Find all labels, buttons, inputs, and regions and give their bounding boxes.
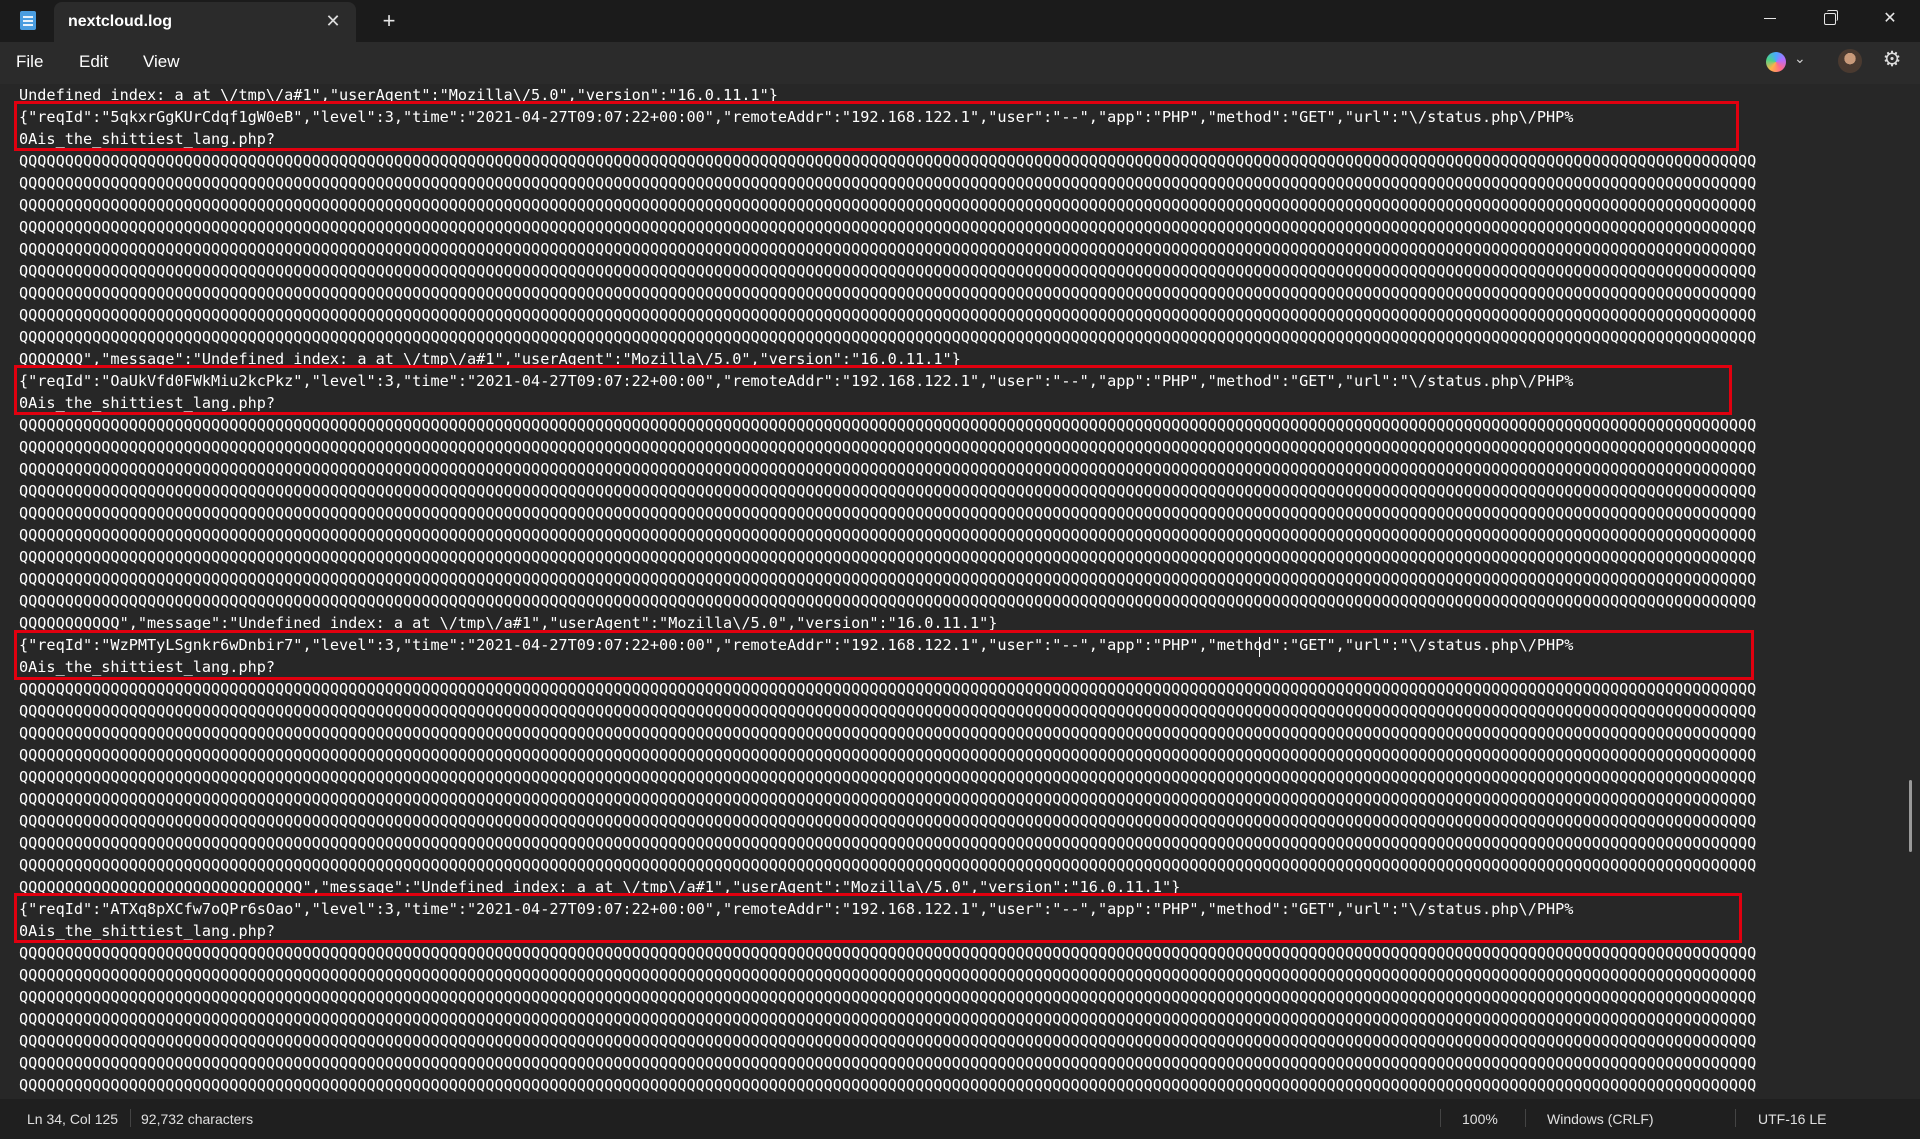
menu-edit[interactable]: Edit bbox=[79, 52, 108, 72]
editor-line[interactable]: QQQQQQQQQQQQQQQQQQQQQQQQQQQQQQQQQQQQQQQQ… bbox=[19, 172, 1899, 194]
editor-line[interactable]: QQQQQQQQQQQQQQQQQQQQQQQQQQQQQQQQQQQQQQQQ… bbox=[19, 546, 1899, 568]
cursor-position[interactable]: Ln 34, Col 125 bbox=[27, 1111, 118, 1127]
status-divider bbox=[1440, 1109, 1441, 1127]
editor-line[interactable]: QQQQQQQQQQQQQQQQQQQQQQQQQQQQQQQQQQQQQQQQ… bbox=[19, 700, 1899, 722]
editor-line[interactable]: QQQQQQQQQQQQQQQQQQQQQQQQQQQQQQQQQQQQQQQQ… bbox=[19, 458, 1899, 480]
tab-nextcloud-log[interactable]: nextcloud.log ✕ bbox=[54, 2, 356, 42]
status-divider bbox=[1525, 1109, 1526, 1127]
status-bar: Ln 34, Col 125 92,732 characters 100% Wi… bbox=[0, 1099, 1920, 1139]
editor-line[interactable]: QQQQQQQQQQQQQQQQQQQQQQQQQQQQQQQQQQQQQQQQ… bbox=[19, 788, 1899, 810]
menu-bar: File Edit View bbox=[0, 42, 1920, 84]
close-window-button[interactable]: ✕ bbox=[1860, 0, 1920, 40]
title-bar: nextcloud.log ✕ + ✕ bbox=[0, 0, 1920, 42]
editor-line[interactable]: QQQQQQQQQQQQQQQQQQQQQQQQQQQQQQQQQQQQQQQQ… bbox=[19, 722, 1899, 744]
status-divider bbox=[1735, 1109, 1736, 1127]
editor-line[interactable]: QQQQQQQQQQQQQQQQQQQQQQQQQQQQQQQQQQQQQQQQ… bbox=[19, 304, 1899, 326]
editor-line[interactable]: {"reqId":"WzPMTyLSgnkr6wDnbir7","level":… bbox=[19, 634, 1899, 656]
encoding[interactable]: UTF-16 LE bbox=[1758, 1111, 1826, 1127]
editor-line[interactable]: QQQQQQQQQQQ","message":"Undefined index:… bbox=[19, 612, 1899, 634]
editor-line[interactable]: QQQQQQQQQQQQQQQQQQQQQQQQQQQQQQQQQQQQQQQQ… bbox=[19, 216, 1899, 238]
gear-icon[interactable]: ⚙ bbox=[1880, 48, 1904, 72]
chevron-down-icon[interactable]: ⌄ bbox=[1794, 50, 1806, 67]
editor-line[interactable]: QQQQQQQQQQQQQQQQQQQQQQQQQQQQQQQQQQQQQQQQ… bbox=[19, 1008, 1899, 1030]
editor-line[interactable]: QQQQQQQQQQQQQQQQQQQQQQQQQQQQQQQQQQQQQQQQ… bbox=[19, 986, 1899, 1008]
line-ending[interactable]: Windows (CRLF) bbox=[1547, 1111, 1654, 1127]
editor-line[interactable]: QQQQQQQQQQQQQQQQQQQQQQQQQQQQQQQQQQQQQQQQ… bbox=[19, 414, 1899, 436]
editor-line[interactable]: QQQQQQQQQQQQQQQQQQQQQQQQQQQQQQQQQQQQQQQQ… bbox=[19, 194, 1899, 216]
zoom-level[interactable]: 100% bbox=[1462, 1111, 1498, 1127]
editor-line[interactable]: QQQQQQQQQQQQQQQQQQQQQQQQQQQQQQQQQQQQQQQQ… bbox=[19, 1030, 1899, 1052]
editor-line[interactable]: {"reqId":"5qkxrGgKUrCdqf1gW0eB","level":… bbox=[19, 106, 1899, 128]
editor-line[interactable]: {"reqId":"OaUkVfd0FWkMiu2kcPkz","level":… bbox=[19, 370, 1899, 392]
editor-line[interactable]: QQQQQQQQQQQQQQQQQQQQQQQQQQQQQQQQQQQQQQQQ… bbox=[19, 326, 1899, 348]
menu-file[interactable]: File bbox=[16, 52, 43, 72]
maximize-button[interactable] bbox=[1800, 0, 1860, 40]
editor-line[interactable]: QQQQQQQQQQQQQQQQQQQQQQQQQQQQQQQQQQQQQQQQ… bbox=[19, 744, 1899, 766]
menu-view[interactable]: View bbox=[143, 52, 180, 72]
editor-content[interactable]: Undefined index: a at \/tmp\/a#1","userA… bbox=[19, 84, 1899, 1099]
text-caret bbox=[1259, 637, 1260, 657]
editor-line[interactable]: 0Ais_the_shittiest_lang.php? bbox=[19, 392, 1899, 414]
editor-line[interactable]: QQQQQQQQQQQQQQQQQQQQQQQQQQQQQQQQQQQQQQQQ… bbox=[19, 678, 1899, 700]
editor-line[interactable]: QQQQQQQQQQQQQQQQQQQQQQQQQQQQQQQQQQQQQQQQ… bbox=[19, 150, 1899, 172]
editor-line[interactable]: QQQQQQQQQQQQQQQQQQQQQQQQQQQQQQQQQQQQQQQQ… bbox=[19, 1074, 1899, 1096]
editor-line[interactable]: QQQQQQQQQQQQQQQQQQQQQQQQQQQQQQQQQQQQQQQQ… bbox=[19, 854, 1899, 876]
editor-line[interactable]: QQQQQQQQQQQQQQQQQQQQQQQQQQQQQQQ","messag… bbox=[19, 876, 1899, 898]
editor-line[interactable]: QQQQQQQQQQQQQQQQQQQQQQQQQQQQQQQQQQQQQQQQ… bbox=[19, 590, 1899, 612]
editor-line[interactable]: QQQQQQQQQQQQQQQQQQQQQQQQQQQQQQQQQQQQQQQQ… bbox=[19, 436, 1899, 458]
editor-line[interactable]: {"reqId":"ATXq8pXCfw7oQPr6sOao","level":… bbox=[19, 898, 1899, 920]
editor-line[interactable]: 0Ais_the_shittiest_lang.php? bbox=[19, 128, 1899, 150]
minimize-icon bbox=[1764, 18, 1776, 20]
editor-line[interactable]: QQQQQQQQQQQQQQQQQQQQQQQQQQQQQQQQQQQQQQQQ… bbox=[19, 260, 1899, 282]
editor-line[interactable]: QQQQQQQQQQQQQQQQQQQQQQQQQQQQQQQQQQQQQQQQ… bbox=[19, 502, 1899, 524]
editor-line[interactable]: QQQQQQQQQQQQQQQQQQQQQQQQQQQQQQQQQQQQQQQQ… bbox=[19, 480, 1899, 502]
editor-line[interactable]: QQQQQQQQQQQQQQQQQQQQQQQQQQQQQQQQQQQQQQQQ… bbox=[19, 1052, 1899, 1074]
editor-line[interactable]: QQQQQQQQQQQQQQQQQQQQQQQQQQQQQQQQQQQQQQQQ… bbox=[19, 568, 1899, 590]
editor-line[interactable]: 0Ais_the_shittiest_lang.php? bbox=[19, 656, 1899, 678]
editor-line[interactable]: 0Ais_the_shittiest_lang.php? bbox=[19, 920, 1899, 942]
editor-line[interactable]: QQQQQQQQQQQQQQQQQQQQQQQQQQQQQQQQQQQQQQQQ… bbox=[19, 524, 1899, 546]
copilot-icon[interactable] bbox=[1766, 52, 1786, 72]
text-editor[interactable]: Undefined index: a at \/tmp\/a#1","userA… bbox=[0, 84, 1920, 1099]
editor-line[interactable]: QQQQQQQ","message":"Undefined index: a a… bbox=[19, 348, 1899, 370]
avatar[interactable] bbox=[1838, 49, 1862, 73]
scrollbar-thumb[interactable] bbox=[1909, 780, 1912, 852]
plus-icon[interactable]: + bbox=[376, 8, 402, 34]
notepad-icon bbox=[20, 11, 36, 30]
status-divider bbox=[130, 1109, 131, 1127]
editor-line[interactable]: QQQQQQQQQQQQQQQQQQQQQQQQQQQQQQQQQQQQQQQQ… bbox=[19, 810, 1899, 832]
editor-line[interactable]: QQQQQQQQQQQQQQQQQQQQQQQQQQQQQQQQQQQQQQQQ… bbox=[19, 832, 1899, 854]
editor-line[interactable]: QQQQQQQQQQQQQQQQQQQQQQQQQQQQQQQQQQQQQQQQ… bbox=[19, 964, 1899, 986]
tab-title: nextcloud.log bbox=[68, 13, 172, 30]
close-icon[interactable]: ✕ bbox=[322, 10, 344, 32]
editor-line[interactable]: QQQQQQQQQQQQQQQQQQQQQQQQQQQQQQQQQQQQQQQQ… bbox=[19, 942, 1899, 964]
editor-line[interactable]: QQQQQQQQQQQQQQQQQQQQQQQQQQQQQQQQQQQQQQQQ… bbox=[19, 282, 1899, 304]
editor-line[interactable]: Undefined index: a at \/tmp\/a#1","userA… bbox=[19, 84, 1899, 106]
minimize-button[interactable] bbox=[1740, 0, 1800, 40]
editor-line[interactable]: QQQQQQQQQQQQQQQQQQQQQQQQQQQQQQQQQQQQQQQQ… bbox=[19, 238, 1899, 260]
vertical-scrollbar[interactable] bbox=[1906, 84, 1914, 1099]
restore-icon bbox=[1824, 9, 1838, 25]
character-count: 92,732 characters bbox=[141, 1111, 254, 1127]
editor-line[interactable]: QQQQQQQQQQQQQQQQQQQQQQQQQQQQQQQQQQQQQQQQ… bbox=[19, 766, 1899, 788]
